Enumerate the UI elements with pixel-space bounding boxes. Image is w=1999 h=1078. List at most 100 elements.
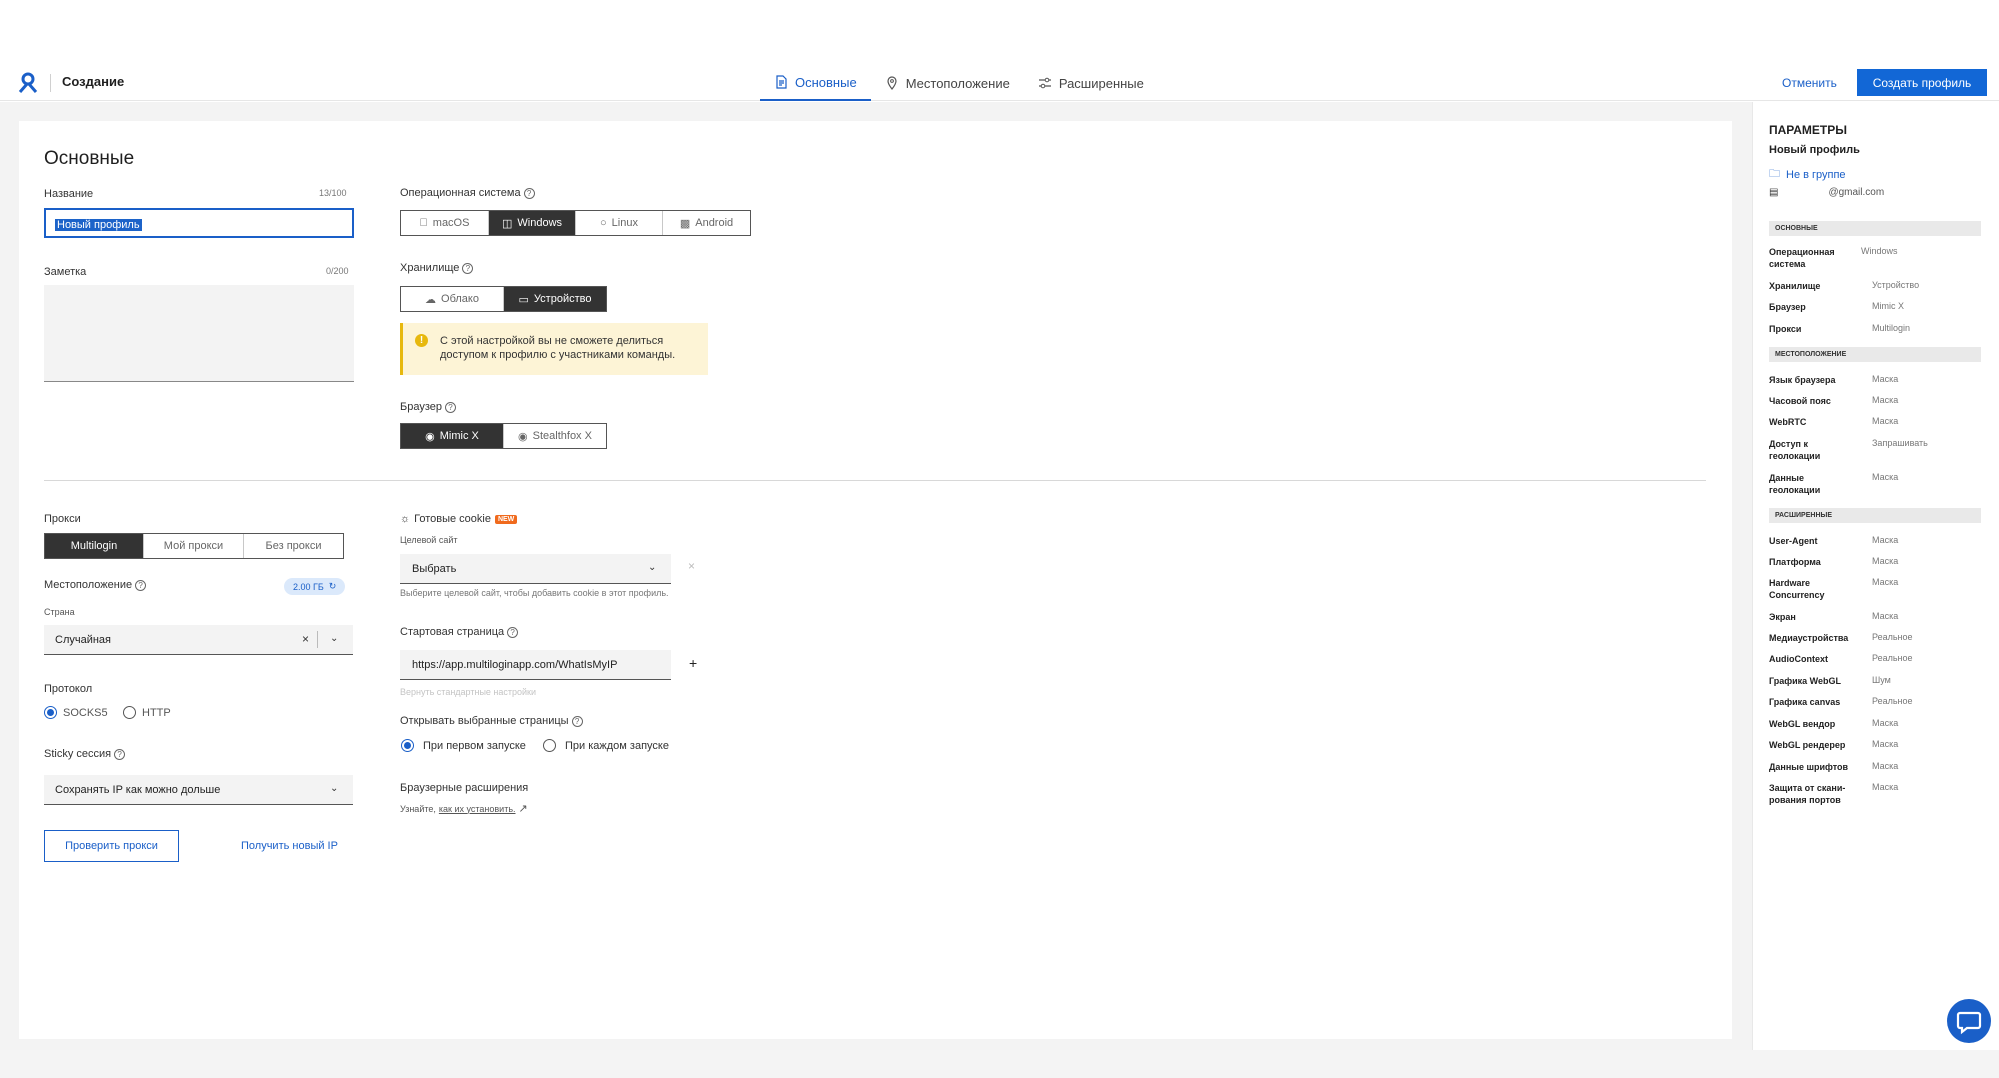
stealthfox-icon: ◉: [518, 430, 528, 443]
proxy-option-label: Без прокси: [265, 540, 322, 552]
warning-text: С этой настройкой вы не сможете делиться…: [440, 335, 676, 361]
help-icon[interactable]: ?: [571, 715, 583, 727]
sticky-session-select[interactable]: Сохранять IP как можно дольше ⌄: [44, 775, 353, 805]
tab-location[interactable]: Местоположение: [871, 65, 1024, 101]
tab-advanced[interactable]: Расширенные: [1024, 65, 1158, 101]
main-card: [19, 121, 1732, 1039]
sidebar-group[interactable]: 🗀 Не в группе: [1769, 165, 1846, 184]
cancel-button[interactable]: Отменить: [1770, 71, 1849, 95]
os-option-linux[interactable]: ○ Linux: [576, 211, 663, 235]
multilogin-logo-icon[interactable]: [17, 72, 39, 94]
reset-defaults-link[interactable]: Вернуть стандартные настройки: [400, 687, 536, 697]
sidebar-row-value: Windows: [1861, 246, 1898, 256]
storage-selector: ☁ Облако ▭ Устройство: [400, 286, 607, 312]
open-on-every-launch[interactable]: При каждом запуске: [543, 739, 669, 752]
cloud-icon: ☁: [425, 293, 437, 306]
open-on-first-launch[interactable]: При первом запуске: [401, 739, 526, 752]
check-proxy-button[interactable]: Проверить прокси: [44, 830, 179, 862]
sidebar-row-value: Маска: [1872, 556, 1899, 566]
sidebar-row-value: Реальное: [1872, 632, 1913, 642]
chevron-down-icon[interactable]: ⌄: [330, 633, 338, 644]
help-icon[interactable]: ?: [462, 262, 474, 274]
sidebar-row: Операционная система Windows: [1769, 246, 1898, 270]
id-card-icon: ▤: [1769, 187, 1779, 198]
cookie-icon: ☼: [400, 513, 411, 525]
start-page-input[interactable]: https://app.multiloginapp.com/WhatIsMyIP: [400, 650, 671, 680]
sidebar-row-value: Маска: [1872, 472, 1899, 482]
sidebar-row-key: Данные геолокации: [1769, 473, 1821, 495]
help-icon[interactable]: ?: [445, 401, 456, 413]
tab-basic[interactable]: Основные: [760, 65, 871, 101]
sidebar-account: ▤ @gmail.com: [1769, 187, 1884, 198]
help-icon[interactable]: ?: [114, 748, 126, 760]
sidebar-row-value: Маска: [1872, 416, 1899, 426]
get-new-ip-link[interactable]: Получить новый IP: [241, 840, 338, 852]
sidebar-row: Графика WebGL Шум: [1769, 675, 1891, 687]
os-option-label: Windows: [517, 217, 563, 229]
sidebar-group-label: Не в группе: [1786, 168, 1846, 181]
proxy-option-my-proxy[interactable]: Мой прокси: [144, 534, 244, 558]
browser-label-text: Браузер: [400, 401, 442, 413]
storage-option-cloud[interactable]: ☁ Облако: [401, 287, 504, 311]
name-input[interactable]: Новый профиль: [44, 208, 354, 238]
sidebar-row-key: User-Agent: [1769, 536, 1818, 546]
sidebar-row-value: Реальное: [1872, 653, 1913, 663]
start-page-value: https://app.multiloginapp.com/WhatIsMyIP: [412, 659, 618, 671]
protocol-http[interactable]: HTTP: [123, 706, 171, 719]
os-option-macos[interactable]: macOS: [401, 211, 489, 235]
extensions-how-to-link[interactable]: как их установить.: [439, 804, 516, 814]
protocol-label: Протокол: [44, 683, 93, 695]
sidebar-row: WebRTC Маска: [1769, 416, 1898, 428]
location-label: Местоположение?: [44, 579, 147, 591]
radio-unselected: [123, 706, 136, 719]
chat-bubble-icon: [1956, 1011, 1982, 1035]
traffic-badge[interactable]: 2.00 ГБ ↻: [284, 578, 346, 595]
sidebar-row-key: Язык браузера: [1769, 375, 1836, 385]
sidebar-row-value: Маска: [1872, 782, 1899, 792]
document-icon: [776, 75, 787, 89]
os-option-android[interactable]: ▩ Android: [663, 211, 750, 235]
create-profile-button[interactable]: Создать профиль: [1857, 69, 1987, 96]
dropdown-separator: [317, 631, 318, 648]
sidebar-row: Хранилище Устройство: [1769, 280, 1919, 292]
sidebar-row: Язык браузера Маска: [1769, 374, 1898, 386]
name-label: Название: [44, 188, 94, 200]
sidebar-row: Часовой пояс Маска: [1769, 395, 1898, 407]
target-site-label: Целевой сайт: [400, 535, 458, 545]
page-title: Создание: [62, 74, 125, 89]
sidebar-row-key: Часовой пояс: [1769, 396, 1831, 406]
proxy-option-multilogin[interactable]: Multilogin: [45, 534, 144, 558]
support-chat-button[interactable]: [1947, 999, 1991, 1043]
add-icon[interactable]: +: [689, 655, 697, 671]
sidebar-row-value: Маска: [1872, 761, 1899, 771]
storage-option-device[interactable]: ▭ Устройство: [504, 287, 606, 311]
help-icon[interactable]: ?: [135, 579, 147, 591]
os-option-windows[interactable]: ◫ Windows: [489, 211, 576, 235]
browser-option-stealthfox[interactable]: ◉ Stealthfox X: [504, 424, 606, 448]
sidebar-row-key: Браузер: [1769, 302, 1806, 312]
sidebar-row-key: AudioContext: [1769, 654, 1828, 664]
note-textarea[interactable]: [44, 285, 354, 382]
sidebar-row-key: WebRTC: [1769, 417, 1807, 427]
help-icon[interactable]: ?: [523, 187, 535, 199]
help-icon[interactable]: ?: [507, 626, 519, 638]
clear-icon[interactable]: ×: [302, 632, 309, 646]
country-select[interactable]: Случайная × ⌄: [44, 625, 353, 655]
sidebar-row-key: Графика canvas: [1769, 697, 1841, 707]
proxy-option-no-proxy[interactable]: Без прокси: [244, 534, 343, 558]
clear-cookie-icon[interactable]: ×: [688, 559, 695, 573]
sidebar-profile-name: Новый профиль: [1769, 144, 1860, 156]
sidebar-row: Экран Маска: [1769, 611, 1898, 623]
sidebar-row-value: Multilogin: [1872, 323, 1911, 333]
extensions-label: Браузерные расширения: [400, 782, 529, 794]
sidebar-section-basic: ОСНОВНЫЕ: [1769, 221, 1981, 236]
protocol-socks5[interactable]: SOCKS5: [44, 706, 108, 719]
browser-option-mimic[interactable]: ◉ Mimic X: [401, 424, 504, 448]
sidebar-row-key: Медиаустройства: [1769, 633, 1849, 643]
sidebar-row: Браузер Mimic X: [1769, 301, 1904, 313]
target-site-select[interactable]: Выбрать ⌄: [400, 554, 671, 584]
radio-selected: [44, 706, 57, 719]
tab-label: Местоположение: [905, 75, 1010, 91]
parameters-sidebar: ПАРАМЕТРЫ Новый профиль 🗀 Не в группе ▤ …: [1752, 102, 1999, 1050]
protocol-option-label: HTTP: [142, 706, 171, 719]
